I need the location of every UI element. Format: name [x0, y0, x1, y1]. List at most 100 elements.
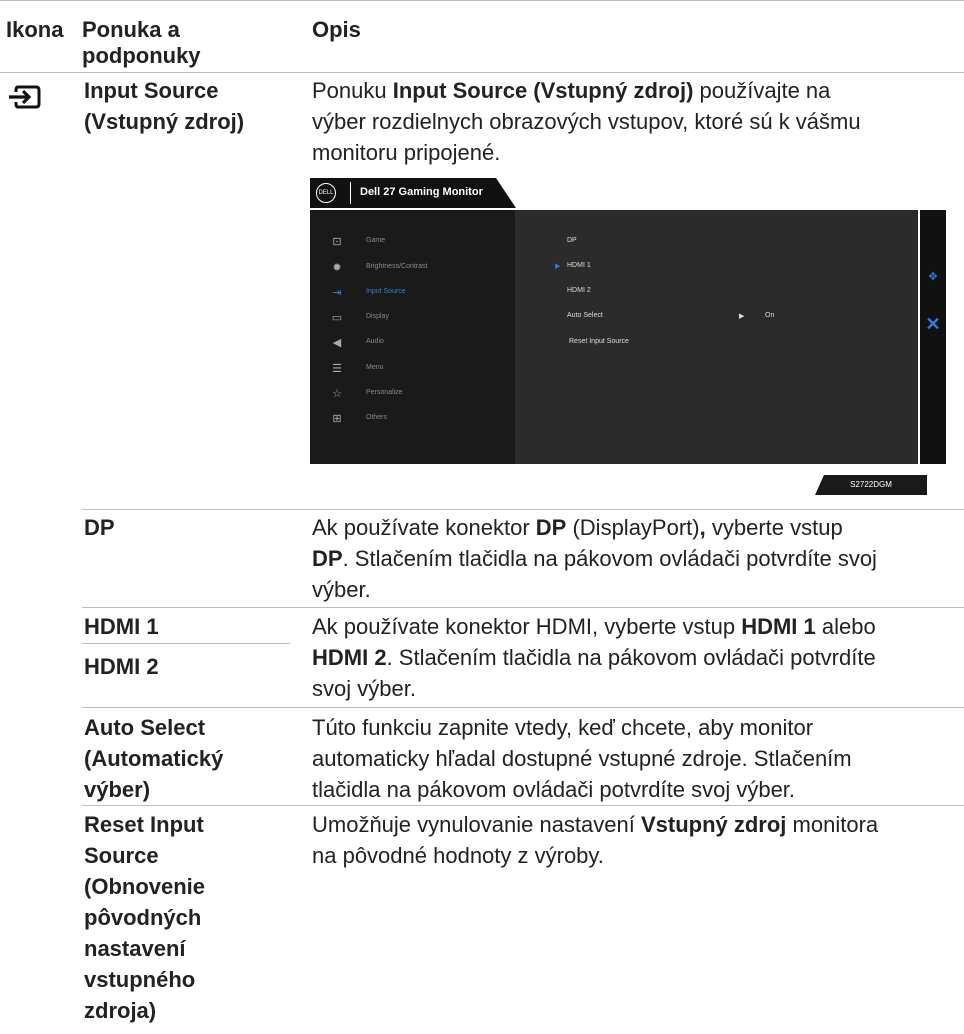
osd-sub-reset[interactable]: Reset Input Source: [569, 338, 629, 345]
display-icon: ▭: [331, 312, 343, 324]
row-rule: [82, 707, 964, 708]
osd-menu-label: Display: [366, 313, 389, 320]
reset-input-desc: Umožňuje vynulovanie nastavení Vstupný z…: [312, 809, 957, 871]
osd-menu-label: Personalize: [366, 389, 403, 396]
audio-icon: ◀: [332, 337, 342, 349]
input-source-desc: Ponuku Input Source (Vstupný zdroj) použ…: [312, 75, 952, 168]
osd-menu-item-display[interactable]: ▭ Display: [330, 310, 510, 330]
desc-text: Ak používate konektor HDMI, vyberte vstu…: [312, 614, 742, 639]
reset-name-line5: nastavení: [84, 936, 186, 961]
osd-menu-label: Brightness/Contrast: [366, 263, 428, 270]
osd-sub-hdmi1[interactable]: HDMI 1: [567, 262, 591, 269]
desc-bold: DP: [535, 515, 567, 540]
osd-menu-item-others[interactable]: ⊞ Others: [330, 411, 510, 431]
desc-text: Ponuku: [312, 78, 393, 103]
desc-text: Ak používate konektor: [312, 515, 536, 540]
dp-name: DP: [84, 515, 115, 540]
input-source-desc-line1: Ponuku Input Source (Vstupný zdroj) použ…: [312, 75, 952, 106]
hdmi-desc-line3: svoj výber.: [312, 676, 416, 701]
auto-select-name-line1: Auto Select: [84, 715, 206, 740]
auto-select-desc: Túto funkciu zapnite vtedy, keď chcete, …: [312, 712, 957, 805]
desc-text: alebo: [815, 614, 876, 639]
header-menu-col: Ponuka a podponuky: [82, 17, 201, 69]
osd-menu-label: Input Source: [366, 288, 406, 295]
hdmi-desc-line1: Ak používate konektor HDMI, vyberte vstu…: [312, 611, 957, 642]
desc-text: (DisplayPort): [566, 515, 700, 540]
hdmi2-name: HDMI 2: [84, 654, 159, 679]
desc-bold: Vstupný zdroj: [640, 812, 787, 837]
header-icon-col: Ikona: [6, 17, 64, 42]
auto-select-desc-line3: tlačidla na pákovom ovládači potvrdíte s…: [312, 777, 796, 802]
osd-screenshot: DELL Dell 27 Gaming Monitor ⊡ Game ✹ Brigh…: [310, 178, 946, 495]
input-source-name: Input Source (Vstupný zdroj): [84, 75, 244, 137]
reset-name-line2: Source: [84, 843, 159, 868]
header-rule: [0, 72, 964, 73]
auto-select-desc-line2: automaticky hľadal dostupné vstupné zdro…: [312, 746, 852, 771]
row-rule: [82, 805, 964, 806]
reset-input-name: Reset Input Source (Obnovenie pôvodných …: [84, 809, 205, 1026]
row-rule: [82, 607, 964, 608]
osd-side-panel: ✥ ✕: [920, 210, 946, 464]
dp-desc-line2: DP. Stlačením tlačidla na pákovom ovláda…: [312, 543, 957, 574]
brightness-icon: ✹: [332, 262, 342, 274]
hdmi1-name: HDMI 1: [84, 614, 159, 639]
osd-menu-item-menu[interactable]: ☰ Menu: [330, 361, 510, 381]
osd-menu-label: Others: [366, 414, 388, 421]
osd-menu-label: Game: [366, 237, 386, 244]
osd-menu-item-input-source[interactable]: ⇥ Input Source: [330, 285, 510, 305]
selected-arrow-icon: ▶: [555, 263, 561, 270]
auto-select-desc-line1: Túto funkciu zapnite vtedy, keď chcete, …: [312, 715, 814, 740]
hdmi-desc-line2: HDMI 2. Stlačením tlačidla na pákovom ov…: [312, 642, 957, 673]
reset-name-line4: pôvodných: [84, 905, 202, 930]
reset-name-line7: zdroja): [84, 998, 157, 1023]
osd-menu-item-brightness[interactable]: ✹ Brightness/Contrast: [330, 260, 510, 280]
header-menu-line2: podponuky: [82, 43, 201, 68]
hdmi-desc: Ak používate konektor HDMI, vyberte vstu…: [312, 611, 957, 704]
auto-select-name: Auto Select (Automatický výber): [84, 712, 223, 805]
osd-menu-item-personalize[interactable]: ☆ Personalize: [330, 386, 510, 406]
input-source-desc-line3: monitoru pripojené.: [312, 140, 501, 165]
reset-desc-line2: na pôvodné hodnoty z výroby.: [312, 843, 604, 868]
dp-desc-line1: Ak používate konektor DP (DisplayPort), …: [312, 512, 957, 543]
input-source-icon: ⇥: [332, 287, 342, 299]
desc-text: . Stlačením tlačidla na pákovom ovládači…: [386, 645, 876, 670]
osd-title: Dell 27 Gaming Monitor: [360, 186, 483, 198]
input-source-name-line2: (Vstupný zdroj): [84, 109, 245, 134]
desc-text: Umožňuje vynulovanie nastavení: [312, 812, 641, 837]
joystick-icon[interactable]: ✥: [924, 270, 942, 283]
game-icon: ⊡: [332, 236, 342, 248]
dp-desc-line3: výber.: [312, 577, 371, 602]
osd-menu-item-audio[interactable]: ◀ Audio: [330, 335, 510, 355]
osd-menu-label: Menu: [366, 364, 384, 371]
menu-icon: ☰: [332, 363, 342, 375]
value-arrow-icon: ▶: [739, 313, 745, 320]
dp-desc: Ak používate konektor DP (DisplayPort), …: [312, 512, 957, 605]
osd-sub-dp[interactable]: DP: [567, 237, 577, 244]
header-desc-col: Opis: [312, 17, 361, 42]
osd-auto-select-value: On: [765, 312, 775, 319]
osd-title-separator: [350, 182, 351, 204]
reset-desc-line1: Umožňuje vynulovanie nastavení Vstupný z…: [312, 809, 957, 840]
desc-bold: DP: [312, 546, 343, 571]
row-rule-partial: [82, 643, 290, 644]
osd-sub-hdmi2[interactable]: HDMI 2: [567, 287, 591, 294]
desc-text: monitora: [786, 812, 879, 837]
desc-bold: HDMI 1: [741, 614, 816, 639]
desc-bold: HDMI 2: [312, 645, 387, 670]
osd-submenu-panel: DP ▶ HDMI 1 HDMI 2 Auto Select ▶ On Rese…: [515, 210, 918, 464]
input-source-icon: [9, 85, 41, 109]
auto-select-name-line3: výber): [84, 777, 151, 802]
row-rule: [82, 509, 964, 510]
reset-name-line3: (Obnovenie: [84, 874, 206, 899]
osd-menu-item-game[interactable]: ⊡ Game: [330, 234, 510, 254]
close-icon[interactable]: ✕: [924, 314, 942, 335]
desc-bold: Input Source (Vstupný zdroj): [392, 78, 694, 103]
osd-sub-auto-select[interactable]: Auto Select: [567, 312, 603, 319]
dell-logo: DELL: [316, 183, 336, 203]
auto-select-name-line2: (Automatický: [84, 746, 224, 771]
reset-name-line1: Reset Input: [84, 812, 204, 837]
osd-menu-label: Audio: [366, 338, 384, 345]
others-icon: ⊞: [332, 413, 342, 425]
top-rule: [0, 0, 964, 1]
input-source-desc-line2: výber rozdielnych obrazových vstupov, kt…: [312, 109, 861, 134]
